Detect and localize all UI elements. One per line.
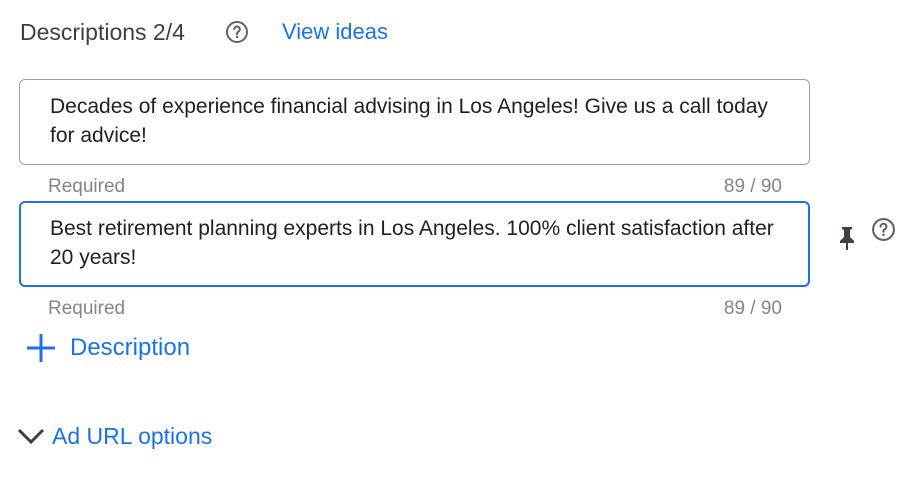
view-ideas-link[interactable]: View ideas: [282, 17, 388, 47]
description-input-1[interactable]: Decades of experience financial advising…: [19, 79, 810, 165]
char-count-2: 89 / 90: [723, 298, 782, 319]
help-circle-icon[interactable]: [225, 20, 249, 44]
help-circle-icon[interactable]: [871, 217, 896, 242]
required-hint-2: Required: [48, 298, 126, 319]
add-description-button[interactable]: Description: [24, 330, 190, 366]
pin-icon[interactable]: [834, 223, 860, 253]
section-title: Descriptions 2/4: [20, 19, 185, 45]
char-count-1: 89 / 90: [723, 176, 782, 197]
add-description-label: Description: [70, 334, 191, 361]
required-hint-1: Required: [48, 176, 126, 197]
description-input-2[interactable]: Best retirement planning experts in Los …: [19, 201, 810, 287]
plus-icon: [24, 331, 58, 365]
ad-url-options-toggle[interactable]: Ad URL options: [16, 419, 212, 453]
ad-url-options-label: Ad URL options: [52, 422, 213, 449]
chevron-down-icon: [16, 421, 46, 451]
